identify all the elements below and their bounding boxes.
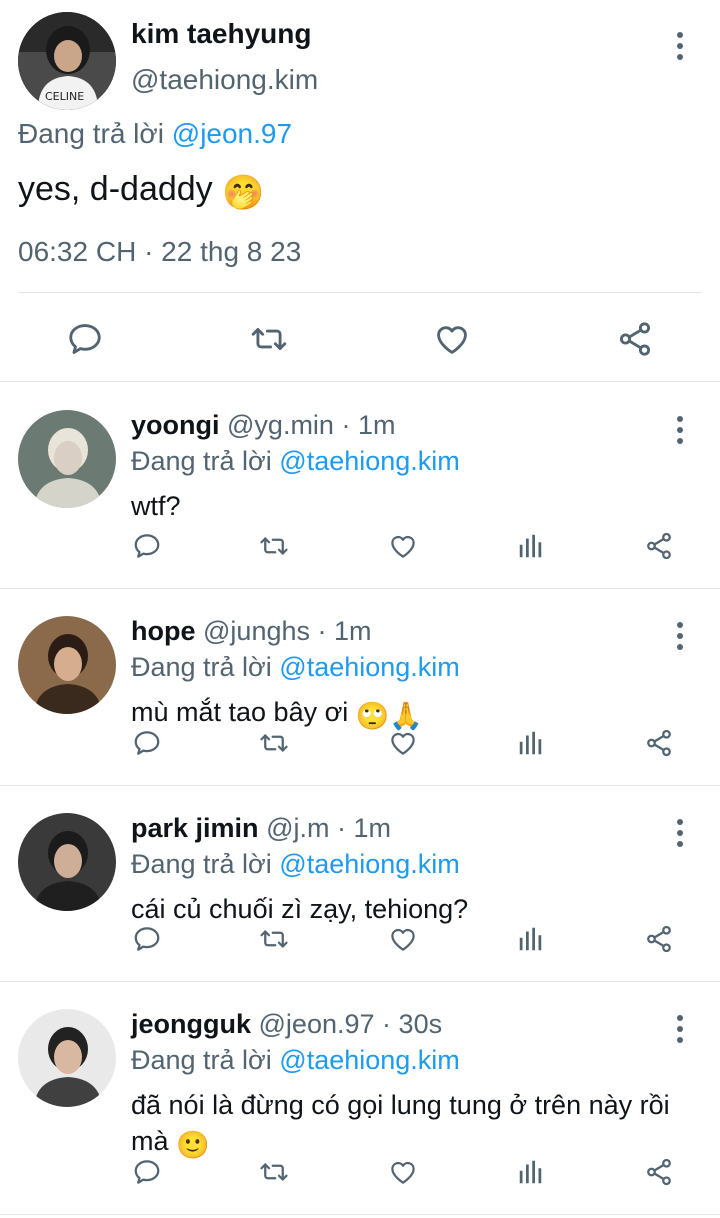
replying-to-mention[interactable]: @taehiong.kim (279, 1045, 460, 1075)
avatar[interactable] (18, 410, 116, 508)
dot-separator: · (341, 410, 351, 440)
replying-to-prefix: Đang trả lời (131, 446, 272, 476)
replying-to: Đang trả lời @taehiong.kim (131, 446, 460, 477)
retweet-icon[interactable] (259, 1157, 289, 1187)
author-name[interactable]: park jimin (131, 813, 259, 843)
avatar[interactable] (18, 616, 116, 714)
reply-emoji: 🙂 (176, 1130, 210, 1160)
share-icon[interactable] (644, 531, 674, 561)
more-options-icon[interactable] (676, 416, 684, 444)
share-icon[interactable] (644, 924, 674, 954)
replying-to: Đang trả lời @taehiong.kim (131, 1045, 460, 1076)
reply-text-body: mù mắt tao bây ơi (131, 697, 349, 727)
like-icon[interactable] (433, 320, 471, 358)
reply-header: park jimin @j.m · 1m (131, 813, 391, 844)
more-options-icon[interactable] (676, 1015, 684, 1043)
avatar-photo (18, 410, 116, 508)
author-name[interactable]: jeongguk (131, 1009, 251, 1039)
reply-text: đã nói là đừng có gọi lung tung ở trên n… (131, 1087, 691, 1163)
reply-time[interactable]: 1m (354, 813, 392, 843)
more-options-icon[interactable] (676, 819, 684, 847)
replying-to-prefix: Đang trả lời (131, 849, 272, 879)
retweet-icon[interactable] (259, 531, 289, 561)
share-icon[interactable] (644, 728, 674, 758)
reply-icon[interactable] (66, 320, 104, 358)
reply-icon[interactable] (132, 728, 162, 758)
reply-text-body: đã nói là đừng có gọi lung tung ở trên n… (131, 1090, 670, 1156)
retweet-icon[interactable] (259, 924, 289, 954)
replying-to-mention[interactable]: @taehiong.kim (279, 652, 460, 682)
reply-icon[interactable] (132, 1157, 162, 1187)
author-name[interactable]: yoongi (131, 410, 220, 440)
author-handle[interactable]: @jeon.97 (259, 1009, 375, 1039)
reply-icon[interactable] (132, 924, 162, 954)
reply-item[interactable]: jeongguk @jeon.97 · 30s Đang trả lời @ta… (0, 983, 720, 1215)
tweet-text-body: yes, d-daddy (18, 170, 213, 208)
reply-header: yoongi @yg.min · 1m (131, 410, 396, 441)
more-options-icon[interactable] (676, 622, 684, 650)
dot-separator: · (317, 616, 327, 646)
avatar[interactable]: CELINE (18, 12, 116, 110)
views-icon[interactable] (516, 924, 546, 954)
replying-to: Đang trả lời @jeon.97 (18, 118, 292, 150)
reply-text-body: wtf? (131, 491, 181, 521)
reply-header: jeongguk @jeon.97 · 30s (131, 1009, 442, 1040)
replying-to-mention[interactable]: @jeon.97 (172, 118, 292, 149)
author-handle[interactable]: @junghs (203, 616, 310, 646)
avatar[interactable] (18, 813, 116, 911)
reply-text-body: cái củ chuối zì zạy, tehiong? (131, 894, 469, 924)
dot-separator: · (382, 1009, 392, 1039)
views-icon[interactable] (516, 1157, 546, 1187)
reply-item[interactable]: park jimin @j.m · 1m Đang trả lời @taehi… (0, 787, 720, 982)
avatar[interactable] (18, 1009, 116, 1107)
retweet-icon[interactable] (259, 728, 289, 758)
like-icon[interactable] (388, 1157, 418, 1187)
avatar-photo (18, 813, 116, 911)
views-icon[interactable] (516, 531, 546, 561)
reply-text: wtf? (131, 488, 691, 524)
share-icon[interactable] (616, 320, 654, 358)
like-icon[interactable] (388, 924, 418, 954)
hand-over-mouth-emoji: 🤭 (222, 174, 265, 212)
views-icon[interactable] (516, 728, 546, 758)
avatar-photo (18, 616, 116, 714)
retweet-icon[interactable] (250, 320, 288, 358)
author-name[interactable]: kim taehyung (131, 18, 311, 50)
avatar-photo (18, 1009, 116, 1107)
reply-time[interactable]: 1m (334, 616, 372, 646)
share-icon[interactable] (644, 1157, 674, 1187)
reply-item[interactable]: yoongi @yg.min · 1m Đang trả lời @taehio… (0, 384, 720, 589)
divider (18, 292, 702, 293)
like-icon[interactable] (388, 531, 418, 561)
reply-text: cái củ chuối zì zạy, tehiong? (131, 891, 691, 927)
reply-item[interactable]: hope @junghs · 1m Đang trả lời @taehiong… (0, 590, 720, 786)
replying-to-prefix: Đang trả lời (131, 1045, 272, 1075)
replying-to: Đang trả lời @taehiong.kim (131, 849, 460, 880)
reply-time[interactable]: 1m (358, 410, 396, 440)
avatar-photo: CELINE (18, 12, 116, 110)
avatar-shirt-text: CELINE (45, 90, 84, 103)
author-handle[interactable]: @yg.min (227, 410, 334, 440)
reply-time[interactable]: 30s (399, 1009, 443, 1039)
author-name[interactable]: hope (131, 616, 196, 646)
tweet-timestamp[interactable]: 06:32 CH · 22 thg 8 23 (18, 236, 301, 268)
tweet-text: yes, d-daddy 🤭 (18, 170, 264, 213)
main-tweet: CELINE kim taehyung @taehiong.kim Đang t… (0, 0, 720, 382)
reply-header: hope @junghs · 1m (131, 616, 372, 647)
replying-to-mention[interactable]: @taehiong.kim (279, 849, 460, 879)
reply-icon[interactable] (132, 531, 162, 561)
replying-to: Đang trả lời @taehiong.kim (131, 652, 460, 683)
dot-separator: · (336, 813, 346, 843)
replying-to-prefix: Đang trả lời (131, 652, 272, 682)
replying-to-mention[interactable]: @taehiong.kim (279, 446, 460, 476)
like-icon[interactable] (388, 728, 418, 758)
more-options-icon[interactable] (676, 32, 684, 60)
author-handle[interactable]: @taehiong.kim (131, 64, 318, 96)
author-handle[interactable]: @j.m (266, 813, 329, 843)
replying-to-prefix: Đang trả lời (18, 118, 164, 149)
